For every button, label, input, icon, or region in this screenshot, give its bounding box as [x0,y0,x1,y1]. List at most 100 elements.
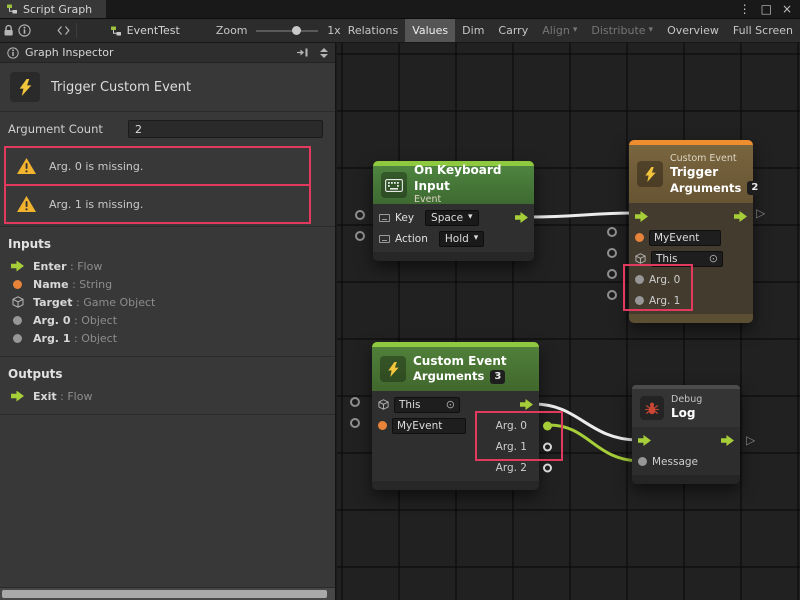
port-trigger-target-input[interactable] [607,248,617,258]
output-row-exit: Exit : Flow [0,387,335,405]
arg2-output-port[interactable] [543,463,552,472]
event-name-field[interactable]: MyEvent [649,230,721,246]
kebab-menu-icon[interactable]: ⋮ [739,2,751,16]
port-args-name-input[interactable] [350,418,360,428]
warnings-section: Arg. 0 is missing. Arg. 1 is missing. [0,146,335,227]
distribute-label: Distribute [591,24,645,37]
inputs-header: Inputs [0,231,335,257]
flow-output-port[interactable] [734,211,747,222]
wire-keyboard-to-trigger[interactable] [530,213,635,217]
inputs-section: Inputs Enter : Flow Name : String Target… [0,227,335,357]
warning-arg1-missing: Arg. 1 is missing. [4,184,311,224]
selected-node-title: Trigger Custom Event [0,63,335,112]
node-on-keyboard-input[interactable]: On Keyboard Input Event Key Space ▾ Acti… [373,161,534,261]
annotation-arguments-args [475,411,563,461]
zoom-handle[interactable] [292,26,301,35]
graph-canvas[interactable]: ▷ ▷ On Keyboard Input Event Key Space ▾ [337,43,800,600]
toolbar: EventTest Zoom 1x Relations Values Dim C… [0,18,800,43]
object-port-icon [13,316,22,325]
values-button[interactable]: Values [405,19,455,42]
info-icon[interactable] [16,19,32,42]
port-action-input[interactable] [355,231,365,241]
warning-text: Arg. 0 is missing. [49,160,143,173]
port-trigger-arg0-input[interactable] [607,269,617,279]
string-port-icon [378,421,387,430]
node-title: On Keyboard Input [414,163,526,194]
dock-icon[interactable] [296,47,309,58]
chevron-down-icon: ▾ [468,213,473,222]
node-header[interactable]: Custom Event Trigger Arguments2 [629,145,753,203]
code-icon[interactable] [55,19,71,42]
key-row: Key Space ▾ [373,207,534,228]
port-key-input[interactable] [355,210,365,220]
close-icon[interactable]: × [782,2,792,16]
scroll-arrows-icon[interactable] [320,48,328,58]
flow-output-port[interactable] [520,399,533,410]
chevron-down-icon: ▾ [474,234,479,243]
lock-icon[interactable] [0,19,16,42]
warning-icon [16,195,37,213]
tab-script-graph[interactable]: Script Graph [0,0,106,18]
node-header[interactable]: Debug Log [632,389,740,427]
keyboard-icon [381,172,407,198]
flow-input-port[interactable] [638,435,651,446]
dim-button[interactable]: Dim [455,19,491,42]
distribute-button[interactable]: Distribute ▾ [584,19,660,42]
trigger-output-port[interactable] [515,212,528,223]
gameobject-cube-icon [635,253,646,264]
action-value: Hold [445,233,469,245]
toolbar-separator [76,23,77,38]
input-row-arg1: Arg. 1 : Object [0,329,335,347]
carry-button[interactable]: Carry [491,19,535,42]
graph-name[interactable]: EventTest [127,24,180,37]
node-footer [632,475,740,484]
scrollbar-thumb[interactable] [2,590,327,598]
input-row-enter: Enter : Flow [0,257,335,275]
align-button[interactable]: Align ▾ [535,19,584,42]
key-dropdown[interactable]: Space ▾ [425,210,479,226]
action-label: Action [395,233,428,245]
node-debug-log[interactable]: Debug Log Message [632,385,740,484]
flow-row [632,430,740,451]
target-value: This [399,399,420,411]
node-footer [629,314,753,323]
align-label: Align [542,24,570,37]
flow-input-port[interactable] [635,211,648,222]
node-body: Message [632,427,740,475]
zoom-slider[interactable] [256,25,319,37]
horizontal-scrollbar[interactable] [0,587,335,600]
zoom-value: 1x [327,24,341,37]
arg-count-badge: 3 [490,370,505,384]
node-footer [372,481,539,490]
argument-count-label: Argument Count [8,122,120,136]
target-picker-icon[interactable]: ⊙ [709,253,718,264]
node-header[interactable]: On Keyboard Input Event [373,166,534,204]
string-port-icon [13,280,22,289]
port-args-target-input[interactable] [350,397,360,407]
port-trigger-name-input[interactable] [607,227,617,237]
maximize-icon[interactable]: □ [761,2,772,16]
event-name-field[interactable]: MyEvent [392,418,466,434]
warning-icon [16,157,37,175]
relations-button[interactable]: Relations [341,19,406,42]
graph-inspector-title: Graph Inspector [25,46,114,59]
port-trigger-arg1-input[interactable] [607,290,617,300]
event-name-value: MyEvent [654,232,699,244]
graph-asset-icon [108,19,124,42]
titlebar: Script Graph ⋮ □ × [0,0,800,18]
input-row-target: Target : Game Object [0,293,335,311]
target-field[interactable]: This ⊙ [394,397,460,413]
action-dropdown[interactable]: Hold ▾ [439,231,484,247]
flow-output-port[interactable] [721,435,734,446]
node-header[interactable]: Custom Event Arguments3 [372,347,539,391]
fullscreen-button[interactable]: Full Screen [726,19,800,42]
target-picker-icon[interactable]: ⊙ [446,399,455,410]
node-body: Key Space ▾ Action Hold ▾ [373,204,534,252]
graph-inspector-header: Graph Inspector [0,43,335,63]
message-input-port[interactable] [638,457,647,466]
zoom-label: Zoom [216,24,248,37]
overview-button[interactable]: Overview [660,19,726,42]
object-port-icon [13,334,22,343]
argument-count-field[interactable] [128,120,323,138]
outputs-section: Outputs Exit : Flow [0,357,335,415]
